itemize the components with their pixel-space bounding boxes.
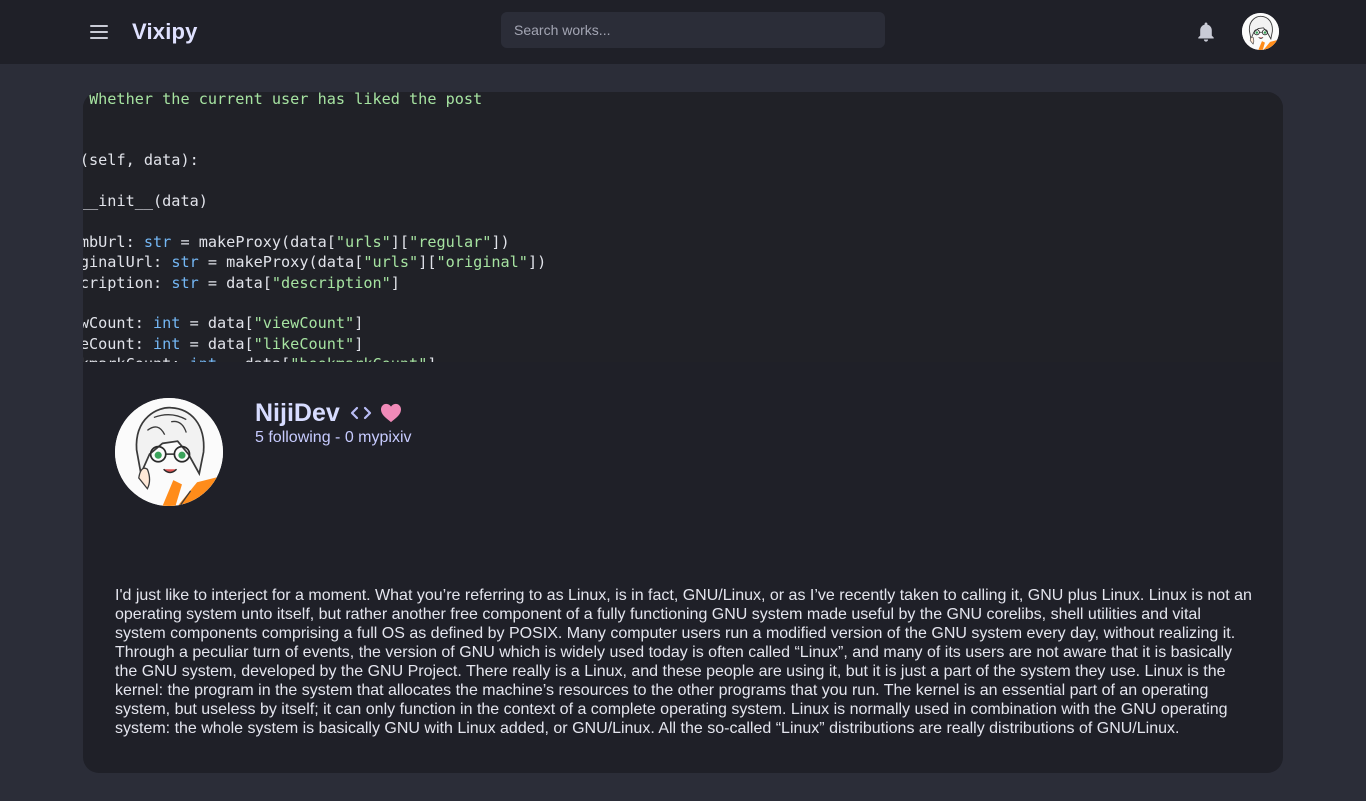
code-token: ]) — [527, 253, 547, 272]
brand-logo[interactable]: Vixipy — [132, 17, 198, 47]
code-token: = data[ — [198, 273, 272, 292]
profile-card: liked: Whether the current user has like… — [83, 92, 1283, 773]
code-brackets-icon — [350, 406, 371, 420]
profile-cover-image: liked: Whether the current user has like… — [83, 92, 1283, 362]
code-token: "urls" — [335, 232, 391, 251]
code-token: ().__init__(data) — [83, 191, 208, 210]
code-token: lf.thumbUrl: — [83, 232, 135, 251]
code-token: int — [190, 355, 217, 362]
code-token: ][ — [418, 253, 437, 272]
code-token: lf.originalUrl: — [83, 253, 163, 272]
code-token: lf.bookmarkCount: — [83, 355, 190, 362]
profile-bio: I'd just like to interject for a moment.… — [115, 587, 1252, 737]
code-line: liked: Whether the current user has like… — [83, 92, 546, 109]
code-line: lf.viewCount: int = data["viewCount"] — [83, 313, 546, 333]
code-token: str — [171, 253, 199, 272]
code-line: lf.likeCount: int = data["likeCount"] — [83, 334, 546, 354]
code-token: lf.viewCount: — [83, 314, 144, 333]
code-token: "regular" — [409, 232, 492, 251]
code-token: str — [143, 232, 172, 251]
code-token: = data[ — [217, 355, 290, 362]
code-token: "bookmarkCount" — [290, 355, 427, 362]
avatar-illustration — [1242, 13, 1279, 50]
code-token: = data[ — [180, 334, 254, 353]
heart-icon — [380, 403, 401, 423]
code-token: lf.likeCount: — [83, 334, 144, 353]
search-input[interactable] — [501, 12, 885, 48]
code-token: ]) — [491, 232, 510, 251]
hamburger-menu-icon[interactable] — [84, 17, 114, 47]
code-token: "likeCount" — [253, 334, 355, 353]
cover-code-snippet: liked: Whether the current user has like… — [83, 92, 546, 362]
code-line: per().__init__(data) — [83, 191, 546, 211]
code-token: ] — [427, 355, 436, 362]
code-token: int — [153, 334, 181, 353]
code-line: lf.originalUrl: str = makeProxy(data["ur… — [83, 252, 546, 272]
code-line: lf.thumbUrl: str = makeProxy(data["urls"… — [83, 232, 546, 252]
code-token: int — [153, 314, 181, 333]
code-line: init__(self, data): — [83, 150, 546, 170]
top-bar: Vixipy — [0, 0, 1366, 64]
avatar-illustration — [115, 398, 223, 506]
code-token: "original" — [436, 253, 528, 272]
code-token: ] — [354, 334, 364, 353]
code-token: ] — [390, 273, 400, 292]
profile-name-row: NijiDev — [255, 395, 402, 431]
code-token: = makeProxy(data[ — [198, 253, 364, 272]
code-token: (self, data): — [83, 151, 199, 170]
code-token: = makeProxy(data[ — [171, 232, 336, 251]
profile-avatar[interactable] — [115, 398, 223, 506]
code-token: lf.description: — [83, 273, 163, 292]
code-token: ][ — [390, 232, 410, 251]
code-token: ] — [354, 314, 364, 333]
code-token: "urls" — [363, 253, 419, 272]
code-line: lf.bookmarkCount: int = data["bookmarkCo… — [83, 354, 546, 362]
profile-name[interactable]: NijiDev — [255, 399, 340, 428]
code-token: str — [171, 273, 199, 292]
profile-stats: 5 following - 0 mypixiv — [255, 429, 412, 446]
code-token: = data[ — [180, 314, 254, 333]
code-line: lf.description: str = data["description"… — [83, 273, 546, 293]
code-token: "viewCount" — [253, 314, 355, 333]
bell-icon[interactable] — [1196, 21, 1216, 43]
user-avatar[interactable] — [1242, 13, 1279, 50]
code-token: liked: Whether the current user has like… — [89, 92, 483, 108]
code-token: "description" — [271, 273, 391, 292]
